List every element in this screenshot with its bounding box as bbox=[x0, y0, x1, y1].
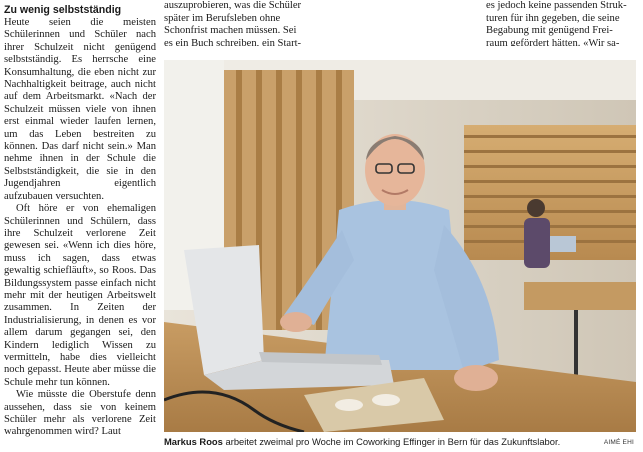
caption-text: arbeitet zweimal pro Woche im Coworking … bbox=[222, 436, 561, 447]
text-line: turen für ihn gegeben, die seine bbox=[486, 12, 620, 24]
article-photo bbox=[164, 60, 636, 432]
left-article-column: Zu wenig selbstständig Heute seien die m… bbox=[4, 0, 156, 452]
caption-name: Markus Roos bbox=[164, 436, 223, 447]
text-line: Begabung mit genügend Frei- bbox=[486, 25, 613, 37]
text-line: es ein Buch schreiben, ein Start- bbox=[164, 37, 302, 46]
section-heading: Zu wenig selbstständig bbox=[4, 4, 122, 16]
photo-credit: AIMÉ EHI bbox=[603, 439, 634, 446]
text-line: auszuprobieren, was die Schüler bbox=[164, 0, 302, 11]
text-line: raum gefördert hätten. «Wir sa- bbox=[486, 37, 620, 46]
right-column-snippet: es jedoch keine passenden Struk- turen f… bbox=[486, 0, 638, 46]
text-line: später im Berufsleben ohne bbox=[164, 12, 281, 24]
photo-illustration bbox=[164, 60, 636, 432]
text-line: es jedoch keine passenden Struk- bbox=[486, 0, 627, 11]
paragraph-2: Oft höre er von ehemaligen Schülerinnen … bbox=[4, 203, 156, 388]
photo-caption: Markus Roos arbeitet zweimal pro Woche i… bbox=[164, 435, 636, 451]
middle-column-snippet: auszuprobieren, was die Schüler später i… bbox=[164, 0, 316, 46]
text-line: Schonfrist machen müssen. Sei bbox=[164, 25, 297, 37]
side-table bbox=[524, 282, 636, 310]
paragraph-3: Wie müsste die Oberstufe denn aussehen, … bbox=[4, 389, 156, 438]
paragraph-1: Heute seien die meisten Schülerinnen und… bbox=[4, 17, 156, 202]
